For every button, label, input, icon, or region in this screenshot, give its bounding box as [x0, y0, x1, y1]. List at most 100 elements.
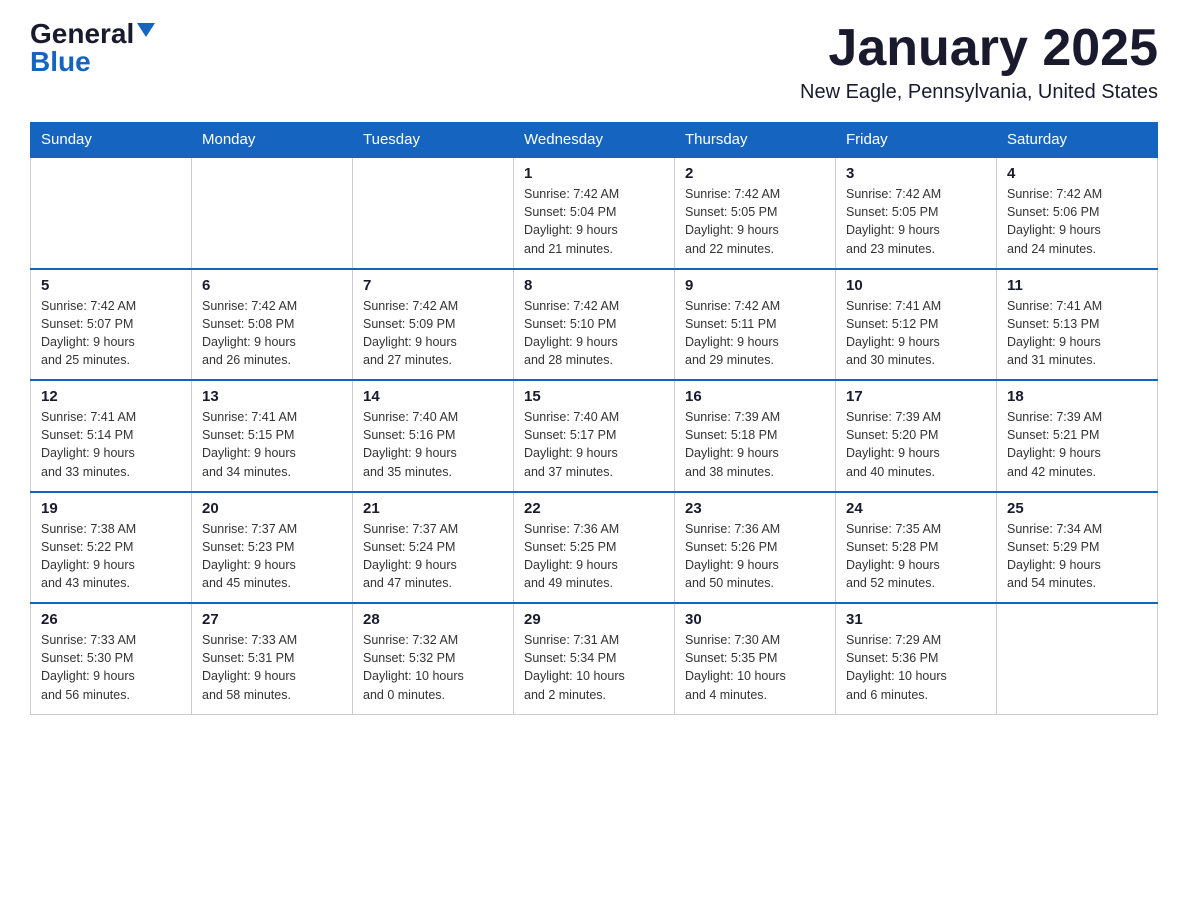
day-number: 22 [524, 500, 664, 517]
day-number: 16 [685, 388, 825, 405]
calendar-table: SundayMondayTuesdayWednesdayThursdayFrid… [30, 122, 1158, 715]
day-number: 2 [685, 165, 825, 182]
day-number: 8 [524, 277, 664, 294]
day-number: 30 [685, 611, 825, 628]
day-number: 18 [1007, 388, 1147, 405]
day-info: Sunrise: 7:32 AM Sunset: 5:32 PM Dayligh… [363, 631, 503, 704]
day-of-week-header: Saturday [997, 123, 1158, 158]
day-number: 29 [524, 611, 664, 628]
day-info: Sunrise: 7:42 AM Sunset: 5:08 PM Dayligh… [202, 297, 342, 370]
calendar-cell: 6 Sunrise: 7:42 AM Sunset: 5:08 PM Daylig… [192, 269, 353, 381]
day-info: Sunrise: 7:38 AM Sunset: 5:22 PM Dayligh… [41, 520, 181, 593]
day-number: 15 [524, 388, 664, 405]
day-info: Sunrise: 7:40 AM Sunset: 5:16 PM Dayligh… [363, 408, 503, 481]
calendar-cell: 9 Sunrise: 7:42 AM Sunset: 5:11 PM Daylig… [675, 269, 836, 381]
calendar-cell: 22 Sunrise: 7:36 AM Sunset: 5:25 PM Dayli… [514, 492, 675, 604]
day-number: 19 [41, 500, 181, 517]
day-number: 9 [685, 277, 825, 294]
logo-triangle-icon [137, 23, 155, 37]
calendar-cell: 3 Sunrise: 7:42 AM Sunset: 5:05 PM Daylig… [836, 157, 997, 269]
calendar-week-row: 5Sunrise: 7:42 AM Sunset: 5:07 PM Daylig… [31, 269, 1158, 381]
day-number: 21 [363, 500, 503, 517]
day-number: 26 [41, 611, 181, 628]
calendar-cell: 16 Sunrise: 7:39 AM Sunset: 5:18 PM Dayli… [675, 380, 836, 492]
day-info: Sunrise: 7:29 AM Sunset: 5:36 PM Dayligh… [846, 631, 986, 704]
calendar-cell: 4 Sunrise: 7:42 AM Sunset: 5:06 PM Daylig… [997, 157, 1158, 269]
calendar-week-row: 12Sunrise: 7:41 AM Sunset: 5:14 PM Dayli… [31, 380, 1158, 492]
day-info: Sunrise: 7:42 AM Sunset: 5:04 PM Dayligh… [524, 185, 664, 258]
day-number: 1 [524, 165, 664, 182]
day-number: 11 [1007, 277, 1147, 294]
calendar-cell: 31 Sunrise: 7:29 AM Sunset: 5:36 PM Dayli… [836, 603, 997, 714]
day-number: 24 [846, 500, 986, 517]
calendar-header: SundayMondayTuesdayWednesdayThursdayFrid… [31, 123, 1158, 158]
day-info: Sunrise: 7:33 AM Sunset: 5:30 PM Dayligh… [41, 631, 181, 704]
day-number: 4 [1007, 165, 1147, 182]
day-of-week-header: Wednesday [514, 123, 675, 158]
calendar-week-row: 19 Sunrise: 7:38 AM Sunset: 5:22 PM Dayli… [31, 492, 1158, 604]
logo-blue-text: Blue [30, 46, 91, 77]
day-number: 12 [41, 388, 181, 405]
day-info: Sunrise: 7:34 AM Sunset: 5:29 PM Dayligh… [1007, 520, 1147, 593]
calendar-cell: 2 Sunrise: 7:42 AM Sunset: 5:05 PM Daylig… [675, 157, 836, 269]
calendar-cell: 15 Sunrise: 7:40 AM Sunset: 5:17 PM Dayli… [514, 380, 675, 492]
day-info: Sunrise: 7:42 AM Sunset: 5:09 PM Dayligh… [363, 297, 503, 370]
day-number: 13 [202, 388, 342, 405]
day-info: Sunrise: 7:37 AM Sunset: 5:23 PM Dayligh… [202, 520, 342, 593]
day-info: Sunrise: 7:39 AM Sunset: 5:20 PM Dayligh… [846, 408, 986, 481]
day-number: 27 [202, 611, 342, 628]
calendar-cell [192, 157, 353, 269]
day-number: 25 [1007, 500, 1147, 517]
day-info: Sunrise: 7:36 AM Sunset: 5:25 PM Dayligh… [524, 520, 664, 593]
day-number: 31 [846, 611, 986, 628]
calendar-cell: 23 Sunrise: 7:36 AM Sunset: 5:26 PM Dayli… [675, 492, 836, 604]
day-number: 17 [846, 388, 986, 405]
calendar-cell: 28 Sunrise: 7:32 AM Sunset: 5:32 PM Dayli… [353, 603, 514, 714]
day-of-week-header: Tuesday [353, 123, 514, 158]
calendar-cell: 5Sunrise: 7:42 AM Sunset: 5:07 PM Daylig… [31, 269, 192, 381]
calendar-cell [997, 603, 1158, 714]
calendar-cell: 18 Sunrise: 7:39 AM Sunset: 5:21 PM Dayli… [997, 380, 1158, 492]
day-number: 28 [363, 611, 503, 628]
day-number: 7 [363, 277, 503, 294]
day-info: Sunrise: 7:40 AM Sunset: 5:17 PM Dayligh… [524, 408, 664, 481]
title-area: January 2025 New Eagle, Pennsylvania, Un… [800, 20, 1158, 104]
calendar-cell: 27 Sunrise: 7:33 AM Sunset: 5:31 PM Dayli… [192, 603, 353, 714]
calendar-cell: 8 Sunrise: 7:42 AM Sunset: 5:10 PM Daylig… [514, 269, 675, 381]
calendar-week-row: 1 Sunrise: 7:42 AM Sunset: 5:04 PM Daylig… [31, 157, 1158, 269]
day-info: Sunrise: 7:42 AM Sunset: 5:11 PM Dayligh… [685, 297, 825, 370]
day-info: Sunrise: 7:42 AM Sunset: 5:05 PM Dayligh… [685, 185, 825, 258]
day-of-week-header: Friday [836, 123, 997, 158]
logo-general-text: General [30, 20, 134, 48]
calendar-cell: 14 Sunrise: 7:40 AM Sunset: 5:16 PM Dayli… [353, 380, 514, 492]
day-info: Sunrise: 7:41 AM Sunset: 5:12 PM Dayligh… [846, 297, 986, 370]
calendar-cell: 1 Sunrise: 7:42 AM Sunset: 5:04 PM Daylig… [514, 157, 675, 269]
day-info: Sunrise: 7:42 AM Sunset: 5:10 PM Dayligh… [524, 297, 664, 370]
calendar-cell: 24 Sunrise: 7:35 AM Sunset: 5:28 PM Dayli… [836, 492, 997, 604]
day-number: 6 [202, 277, 342, 294]
day-info: Sunrise: 7:42 AM Sunset: 5:05 PM Dayligh… [846, 185, 986, 258]
day-info: Sunrise: 7:41 AM Sunset: 5:15 PM Dayligh… [202, 408, 342, 481]
logo: General Blue [30, 20, 155, 76]
day-number: 23 [685, 500, 825, 517]
calendar-cell: 7 Sunrise: 7:42 AM Sunset: 5:09 PM Daylig… [353, 269, 514, 381]
day-info: Sunrise: 7:37 AM Sunset: 5:24 PM Dayligh… [363, 520, 503, 593]
day-number: 14 [363, 388, 503, 405]
day-info: Sunrise: 7:42 AM Sunset: 5:06 PM Dayligh… [1007, 185, 1147, 258]
location-text: New Eagle, Pennsylvania, United States [800, 81, 1158, 104]
calendar-cell [353, 157, 514, 269]
calendar-cell [31, 157, 192, 269]
calendar-cell: 26 Sunrise: 7:33 AM Sunset: 5:30 PM Dayli… [31, 603, 192, 714]
day-info: Sunrise: 7:39 AM Sunset: 5:18 PM Dayligh… [685, 408, 825, 481]
day-info: Sunrise: 7:36 AM Sunset: 5:26 PM Dayligh… [685, 520, 825, 593]
day-info: Sunrise: 7:35 AM Sunset: 5:28 PM Dayligh… [846, 520, 986, 593]
month-title: January 2025 [800, 20, 1158, 77]
page-header: General Blue January 2025 New Eagle, Pen… [30, 20, 1158, 104]
calendar-cell: 29Sunrise: 7:31 AM Sunset: 5:34 PM Dayli… [514, 603, 675, 714]
day-number: 10 [846, 277, 986, 294]
calendar-cell: 19 Sunrise: 7:38 AM Sunset: 5:22 PM Dayli… [31, 492, 192, 604]
day-info: Sunrise: 7:33 AM Sunset: 5:31 PM Dayligh… [202, 631, 342, 704]
calendar-cell: 25 Sunrise: 7:34 AM Sunset: 5:29 PM Dayli… [997, 492, 1158, 604]
day-info: Sunrise: 7:39 AM Sunset: 5:21 PM Dayligh… [1007, 408, 1147, 481]
day-number: 3 [846, 165, 986, 182]
